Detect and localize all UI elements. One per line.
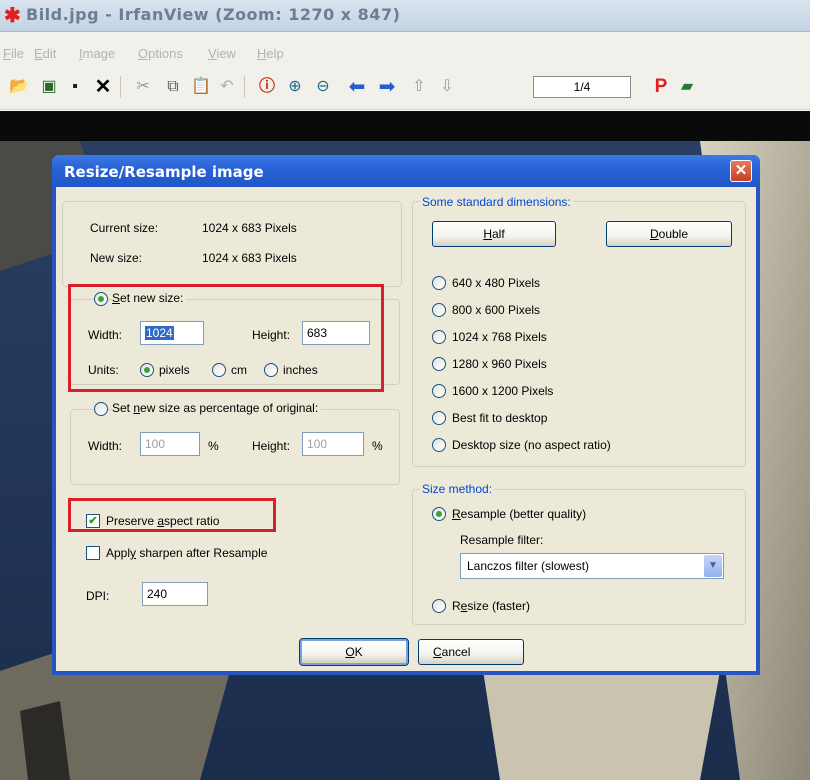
info-icon[interactable]: ⓘ bbox=[256, 76, 278, 98]
dpi-input[interactable]: 240 bbox=[142, 582, 208, 606]
half-button[interactable]: Half bbox=[432, 221, 556, 247]
dim-1600-radio[interactable] bbox=[432, 384, 446, 398]
toolbar: 📂 ▣ ▪ ✕ ✂ ⧉ 📋 ↶ ⓘ ⊕ ⊖ ⬅ ➡ ⇧ ⇩ 1/4 P ▰ bbox=[0, 66, 810, 110]
dialog-title-bar[interactable]: Resize/Resample image ✕ bbox=[52, 155, 760, 187]
next-arrow-icon[interactable]: ➡ bbox=[376, 76, 398, 98]
irfanview-logo-icon: ✱ bbox=[4, 5, 21, 27]
dim-1280-radio[interactable] bbox=[432, 357, 446, 371]
dim-1280-label[interactable]: 1280 x 960 Pixels bbox=[452, 357, 547, 371]
menu-view[interactable]: View bbox=[208, 46, 236, 61]
percent-height-input[interactable]: 100 bbox=[302, 432, 364, 456]
percentage-radio[interactable] bbox=[94, 402, 108, 416]
resize-radio[interactable] bbox=[432, 599, 446, 613]
copy-icon[interactable]: ⧉ bbox=[162, 76, 184, 98]
menu-help[interactable]: Help bbox=[257, 46, 284, 61]
app-title-bar: ✱ Bild.jpg - IrfanView (Zoom: 1270 x 847… bbox=[0, 0, 810, 32]
percentage-label[interactable]: Set new size as percentage of original: bbox=[112, 401, 322, 415]
cancel-button[interactable]: Cancel bbox=[418, 639, 524, 665]
size-method-label: Size method: bbox=[420, 482, 495, 496]
best-fit-radio[interactable] bbox=[432, 411, 446, 425]
menu-options[interactable]: Options bbox=[138, 46, 183, 61]
resample-filter-label: Resample filter: bbox=[460, 533, 544, 547]
menu-edit[interactable]: Edit bbox=[34, 46, 56, 61]
current-size-label: Current size: bbox=[90, 221, 159, 235]
resample-filter-value: Lanczos filter (slowest) bbox=[467, 559, 590, 573]
zoom-in-icon[interactable]: ⊕ bbox=[284, 76, 306, 98]
current-size-value: 1024 x 683 Pixels bbox=[202, 221, 297, 235]
percent-height-unit: % bbox=[372, 439, 383, 453]
open-folder-icon[interactable]: 📂 bbox=[8, 76, 30, 98]
toolbar-separator bbox=[120, 76, 121, 98]
dim-800-label[interactable]: 800 x 600 Pixels bbox=[452, 303, 540, 317]
last-page-icon[interactable]: ⇩ bbox=[436, 76, 458, 98]
window-title: Bild.jpg - IrfanView (Zoom: 1270 x 847) bbox=[26, 5, 401, 24]
ok-button[interactable]: OK bbox=[299, 638, 409, 666]
cut-icon[interactable]: ✂ bbox=[132, 76, 154, 98]
menu-image[interactable]: Image bbox=[79, 46, 115, 61]
chevron-down-icon[interactable]: ▼ bbox=[704, 555, 722, 577]
resample-filter-select[interactable]: Lanczos filter (slowest) ▼ bbox=[460, 553, 724, 579]
undo-icon[interactable]: ↶ bbox=[216, 76, 238, 98]
resample-radio[interactable] bbox=[432, 507, 446, 521]
slideshow-icon[interactable]: ▣ bbox=[38, 76, 60, 98]
save-icon[interactable]: ▪ bbox=[64, 76, 86, 98]
menu-bar: File Edit Image Options View Help bbox=[0, 32, 810, 66]
dim-800-radio[interactable] bbox=[432, 303, 446, 317]
dialog-body: Current size: 1024 x 683 Pixels New size… bbox=[56, 187, 756, 671]
percent-width-input[interactable]: 100 bbox=[140, 432, 200, 456]
resample-label[interactable]: Resample (better quality) bbox=[452, 507, 586, 521]
dim-1024-radio[interactable] bbox=[432, 330, 446, 344]
dim-640-radio[interactable] bbox=[432, 276, 446, 290]
highlight-set-new-size bbox=[68, 284, 384, 392]
apply-sharpen-label[interactable]: Apply sharpen after Resample bbox=[106, 546, 267, 560]
size-info-group bbox=[62, 201, 402, 287]
paint-p-icon[interactable]: P bbox=[650, 76, 672, 98]
highlight-preserve-aspect bbox=[68, 498, 276, 532]
resize-dialog: Resize/Resample image ✕ Current size: 10… bbox=[52, 155, 760, 675]
previous-arrow-icon[interactable]: ⬅ bbox=[346, 76, 368, 98]
double-button[interactable]: Double bbox=[606, 221, 732, 247]
dim-1600-label[interactable]: 1600 x 1200 Pixels bbox=[452, 384, 553, 398]
dialog-title: Resize/Resample image bbox=[64, 163, 264, 181]
dim-640-label[interactable]: 640 x 480 Pixels bbox=[452, 276, 540, 290]
toolbar-separator bbox=[244, 76, 245, 98]
delete-icon[interactable]: ✕ bbox=[92, 76, 114, 98]
paste-icon[interactable]: 📋 bbox=[190, 76, 212, 98]
new-size-label: New size: bbox=[90, 251, 143, 265]
dim-1024-label[interactable]: 1024 x 768 Pixels bbox=[452, 330, 547, 344]
apply-sharpen-checkbox[interactable] bbox=[86, 546, 100, 560]
first-page-icon[interactable]: ⇧ bbox=[408, 76, 430, 98]
menu-file[interactable]: File bbox=[3, 46, 24, 61]
percent-height-label: Height: bbox=[252, 439, 291, 453]
percent-width-unit: % bbox=[208, 439, 219, 453]
standard-dimensions-label: Some standard dimensions: bbox=[420, 195, 573, 209]
percent-width-label: Width: bbox=[88, 439, 123, 453]
desktop-size-radio[interactable] bbox=[432, 438, 446, 452]
desktop-size-label[interactable]: Desktop size (no aspect ratio) bbox=[452, 438, 611, 452]
dpi-label: DPI: bbox=[86, 589, 110, 603]
zoom-out-icon[interactable]: ⊖ bbox=[312, 76, 334, 98]
landscape-icon[interactable]: ▰ bbox=[676, 76, 698, 98]
new-size-value: 1024 x 683 Pixels bbox=[202, 251, 297, 265]
close-icon[interactable]: ✕ bbox=[730, 160, 752, 182]
page-indicator[interactable]: 1/4 bbox=[533, 76, 631, 98]
best-fit-label[interactable]: Best fit to desktop bbox=[452, 411, 547, 425]
resize-label[interactable]: Resize (faster) bbox=[452, 599, 530, 613]
